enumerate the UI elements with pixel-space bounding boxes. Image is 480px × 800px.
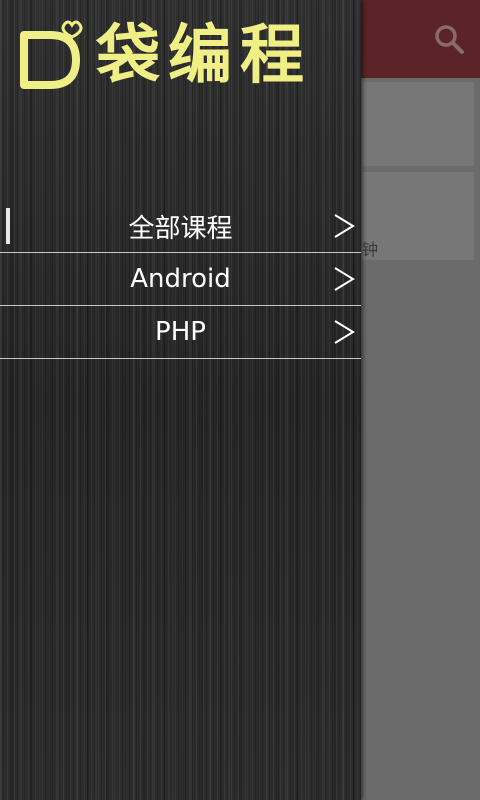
logo-text: 袋编程 [96,19,312,93]
drawer-menu: 全部课程 Android PHP [0,200,361,359]
logo-d-mark-icon [20,20,83,89]
active-indicator [6,208,10,244]
navigation-drawer: 袋编程 全部课程 Android PHP [0,0,361,800]
course-card[interactable] [362,82,474,166]
chevron-right-icon [334,214,355,238]
app-screen: 钟 袋编程 全部课程 Android PHP [0,0,480,800]
course-card[interactable]: 钟 [362,172,474,260]
chevron-right-icon [334,320,355,344]
menu-item-label: Android [130,264,231,294]
search-button[interactable] [432,22,466,56]
card-partial-text: 钟 [362,240,379,259]
menu-item-label: PHP [155,317,206,347]
menu-item-php[interactable]: PHP [0,306,361,359]
app-logo: 袋编程 [14,14,312,98]
menu-item-all-courses[interactable]: 全部课程 [0,200,361,253]
chevron-right-icon [334,267,355,291]
menu-item-android[interactable]: Android [0,253,361,306]
search-icon [435,25,464,54]
menu-item-label: 全部课程 [128,213,233,244]
